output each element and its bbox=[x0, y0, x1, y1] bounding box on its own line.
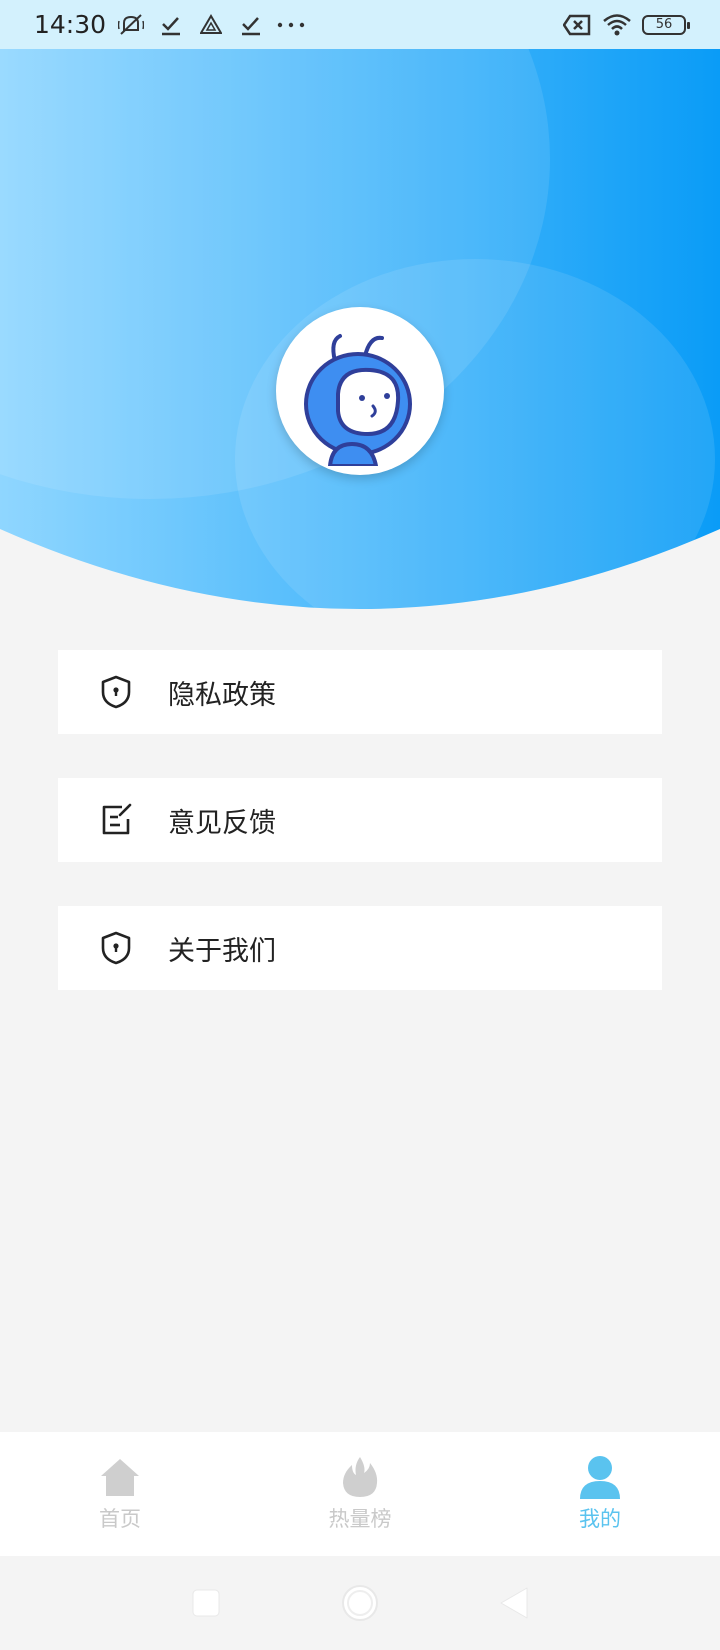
check-icon bbox=[236, 10, 266, 40]
recent-apps-icon[interactable] bbox=[184, 1581, 228, 1625]
home-circle-icon[interactable] bbox=[338, 1581, 382, 1625]
nav-item-home[interactable]: 首页 bbox=[0, 1432, 240, 1556]
avatar[interactable] bbox=[276, 307, 444, 475]
status-time: 14:30 bbox=[34, 10, 107, 39]
nav-label: 我的 bbox=[579, 1507, 621, 1531]
edit-note-icon bbox=[98, 802, 134, 838]
back-triangle-icon[interactable] bbox=[492, 1581, 536, 1625]
no-sim-icon bbox=[562, 10, 592, 40]
menu-item-about-us[interactable]: 关于我们 bbox=[58, 906, 662, 990]
check-icon bbox=[156, 10, 186, 40]
person-icon bbox=[578, 1455, 622, 1499]
profile-header bbox=[0, 49, 720, 609]
menu-item-label: 关于我们 bbox=[168, 935, 276, 967]
menu-item-label: 隐私政策 bbox=[168, 679, 276, 711]
battery-icon: 56 bbox=[642, 14, 690, 35]
status-bar: 14:30 56 bbox=[0, 0, 720, 49]
robot-mascot-avatar bbox=[304, 334, 412, 466]
nav-label: 热量榜 bbox=[328, 1507, 392, 1531]
mute-icon bbox=[116, 10, 146, 40]
system-nav-bar bbox=[0, 1556, 720, 1650]
flame-icon bbox=[338, 1455, 382, 1499]
wifi-icon bbox=[602, 10, 632, 40]
status-left: 14:30 bbox=[34, 10, 306, 40]
bottom-nav: 首页 热量榜 我的 bbox=[0, 1432, 720, 1556]
nav-item-mine[interactable]: 我的 bbox=[480, 1432, 720, 1556]
more-dots-icon bbox=[276, 10, 306, 40]
nav-label: 首页 bbox=[99, 1507, 141, 1531]
menu-item-privacy-policy[interactable]: 隐私政策 bbox=[58, 650, 662, 734]
drive-icon bbox=[196, 10, 226, 40]
shield-lock-icon bbox=[98, 930, 134, 966]
shield-lock-icon bbox=[98, 674, 134, 710]
status-right: 56 bbox=[562, 10, 690, 40]
menu-item-label: 意见反馈 bbox=[168, 807, 276, 839]
menu-item-feedback[interactable]: 意见反馈 bbox=[58, 778, 662, 862]
home-icon bbox=[98, 1455, 142, 1499]
nav-item-calorie-ranking[interactable]: 热量榜 bbox=[240, 1432, 480, 1556]
